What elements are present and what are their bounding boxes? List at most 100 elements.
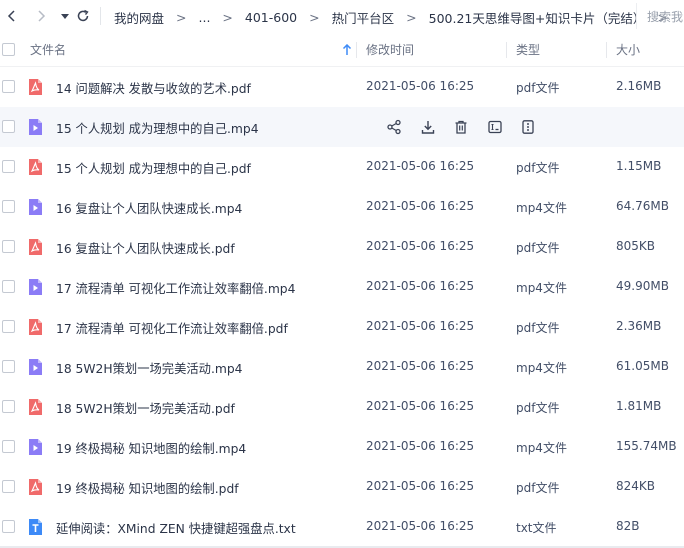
row-checkbox[interactable] — [2, 360, 15, 373]
video-file-icon — [26, 118, 44, 136]
file-name[interactable]: 16 复盘让个人团队快速成长.pdf — [56, 239, 235, 257]
row-checkbox[interactable] — [2, 80, 15, 93]
file-type: pdf文件 — [516, 81, 560, 95]
file-name[interactable]: 18 5W2H策划一场完美活动.mp4 — [56, 359, 243, 377]
video-file-icon — [26, 358, 44, 376]
more-icon[interactable] — [519, 118, 537, 136]
file-name[interactable]: 19 终极揭秘 知识地图的绘制.mp4 — [56, 439, 246, 457]
share-icon[interactable] — [385, 118, 403, 136]
breadcrumb-separator: > — [309, 10, 320, 25]
row-checkbox[interactable] — [2, 400, 15, 413]
rename-icon[interactable] — [486, 118, 504, 136]
file-size: 1.15MB — [616, 159, 662, 173]
download-icon[interactable] — [419, 118, 437, 136]
column-header-name[interactable]: 文件名 — [30, 33, 66, 66]
row-checkbox[interactable] — [2, 480, 15, 493]
file-modified-date: 2021-05-06 16:25 — [366, 279, 475, 293]
pdf-file-icon — [26, 398, 44, 416]
pdf-file-icon — [26, 78, 44, 96]
file-row[interactable]: 15 个人规划 成为理想中的自己.mp4 — [0, 107, 684, 147]
file-row[interactable]: 18 5W2H策划一场完美活动.pdf 2021-05-06 16:25 pdf文件… — [0, 387, 684, 427]
file-row[interactable]: 15 个人规划 成为理想中的自己.pdf 2021-05-06 16:25 pdf文… — [0, 147, 684, 187]
file-row[interactable]: 17 流程清单 可视化工作流让效率翻倍.pdf 2021-05-06 16:25 p… — [0, 307, 684, 347]
chevron-left-icon[interactable] — [5, 9, 19, 23]
breadcrumb-item-current-folder[interactable]: 500.21天思维导图+知识卡片（完结） — [429, 8, 646, 27]
row-actions — [385, 117, 553, 137]
column-divider — [506, 42, 507, 58]
column-header-type[interactable]: 类型 — [516, 33, 540, 66]
row-checkbox[interactable] — [2, 240, 15, 253]
file-type: mp4文件 — [516, 441, 567, 455]
column-divider — [606, 42, 607, 58]
file-row[interactable]: 14 问题解决 发散与收敛的艺术.pdf 2021-05-06 16:25 pdf文… — [0, 67, 684, 107]
file-type: mp4文件 — [516, 361, 567, 375]
file-name[interactable]: 延伸阅读：XMind ZEN 快捷键超强盘点.txt — [56, 519, 296, 537]
file-size: 2.16MB — [616, 79, 662, 93]
column-header-modified[interactable]: 修改时间 — [366, 33, 414, 66]
breadcrumb-item-my-drive[interactable]: 我的网盘 — [114, 8, 164, 27]
file-row[interactable]: 18 5W2H策划一场完美活动.mp4 2021-05-06 16:25 mp4文件… — [0, 347, 684, 387]
file-type: pdf文件 — [516, 161, 560, 175]
file-name[interactable]: 15 个人规划 成为理想中的自己.mp4 — [56, 119, 259, 137]
caret-down-icon[interactable] — [58, 9, 72, 23]
file-name[interactable]: 17 流程清单 可视化工作流让效率翻倍.pdf — [56, 319, 288, 337]
breadcrumb-separator: > — [222, 10, 233, 25]
breadcrumb-item-hot-platform[interactable]: 热门平台区 — [332, 8, 395, 27]
file-modified-date: 2021-05-06 16:25 — [366, 479, 475, 493]
file-name[interactable]: 19 终极揭秘 知识地图的绘制.pdf — [56, 479, 239, 497]
search-input[interactable]: 搜索我 — [636, 3, 684, 29]
row-checkbox[interactable] — [2, 280, 15, 293]
file-modified-date: 2021-05-06 16:25 — [366, 439, 475, 453]
file-row[interactable]: 延伸阅读：XMind ZEN 快捷键超强盘点.txt 2021-05-06 16:… — [0, 507, 684, 547]
file-row[interactable]: 16 复盘让个人团队快速成长.mp4 2021-05-06 16:25 mp4文件 6… — [0, 187, 684, 227]
file-size: 49.90MB — [616, 279, 669, 293]
file-type: mp4文件 — [516, 281, 567, 295]
file-name[interactable]: 16 复盘让个人团队快速成长.mp4 — [56, 199, 242, 217]
file-row[interactable]: 16 复盘让个人团队快速成长.pdf 2021-05-06 16:25 pdf文件 8… — [0, 227, 684, 267]
chevron-right-icon[interactable] — [34, 9, 48, 23]
row-checkbox[interactable] — [2, 520, 15, 533]
breadcrumb-separator: > — [176, 10, 187, 25]
row-checkbox[interactable] — [2, 120, 15, 133]
file-name[interactable]: 14 问题解决 发散与收敛的艺术.pdf — [56, 79, 251, 97]
file-name[interactable]: 17 流程清单 可视化工作流让效率翻倍.mp4 — [56, 279, 295, 297]
file-type: pdf文件 — [516, 321, 560, 335]
file-row[interactable]: 19 终极揭秘 知识地图的绘制.pdf 2021-05-06 16:25 pdf文件… — [0, 467, 684, 507]
pdf-file-icon — [26, 318, 44, 336]
row-checkbox[interactable] — [2, 320, 15, 333]
file-type: pdf文件 — [516, 241, 560, 255]
row-checkbox[interactable] — [2, 440, 15, 453]
divider — [100, 7, 101, 25]
file-modified-date: 2021-05-06 16:25 — [366, 79, 475, 93]
breadcrumb-item-ellipsis[interactable]: ... — [199, 10, 211, 25]
file-row[interactable]: 19 终极揭秘 知识地图的绘制.mp4 2021-05-06 16:25 mp4文件… — [0, 427, 684, 467]
file-size: 61.05MB — [616, 359, 669, 373]
arrow-up-icon[interactable] — [342, 43, 352, 59]
delete-icon[interactable] — [452, 118, 470, 136]
file-modified-date: 2021-05-06 16:25 — [366, 199, 475, 213]
breadcrumb-separator: > — [406, 10, 417, 25]
file-modified-date: 2021-05-06 16:25 — [366, 399, 475, 413]
breadcrumb-item-401-600[interactable]: 401-600 — [245, 10, 297, 25]
pdf-file-icon — [26, 158, 44, 176]
file-size: 1.81MB — [616, 399, 662, 413]
file-modified-date: 2021-05-06 16:25 — [366, 359, 475, 373]
refresh-icon[interactable] — [76, 9, 90, 23]
file-modified-date: 2021-05-06 16:25 — [366, 239, 475, 253]
breadcrumb: 我的网盘 > ... > 401-600 > 热门平台区 > 500.21天思维… — [114, 8, 680, 27]
file-name[interactable]: 18 5W2H策划一场完美活动.pdf — [56, 399, 235, 417]
file-size: 155.74MB — [616, 439, 677, 453]
file-modified-date: 2021-05-06 16:25 — [366, 319, 475, 333]
row-checkbox[interactable] — [2, 200, 15, 213]
video-file-icon — [26, 438, 44, 456]
column-header-size[interactable]: 大小 — [616, 33, 640, 66]
video-file-icon — [26, 198, 44, 216]
row-checkbox[interactable] — [2, 160, 15, 173]
file-row[interactable]: 17 流程清单 可视化工作流让效率翻倍.mp4 2021-05-06 16:25 m… — [0, 267, 684, 307]
file-name[interactable]: 15 个人规划 成为理想中的自己.pdf — [56, 159, 251, 177]
file-type: pdf文件 — [516, 481, 560, 495]
select-all-checkbox[interactable] — [2, 33, 15, 66]
file-type: pdf文件 — [516, 401, 560, 415]
video-file-icon — [26, 278, 44, 296]
file-size: 805KB — [616, 239, 656, 253]
